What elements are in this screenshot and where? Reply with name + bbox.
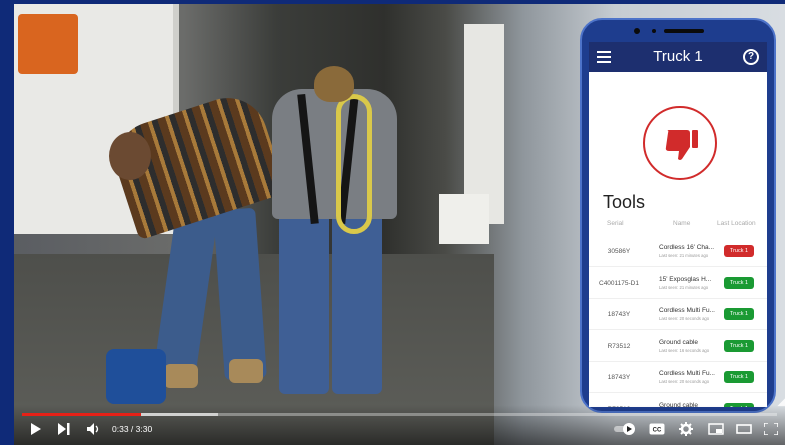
tool-row[interactable]: 18743Y Cordless Multi Fu... Last seen: 20 … — [589, 363, 767, 393]
tool-row[interactable]: R73512 Ground cable Last seen: 16 seconds … — [589, 332, 767, 362]
tool-serial: C4001175-D1 — [599, 279, 639, 287]
app-bar: Truck 1 ? — [589, 42, 767, 72]
phone-mockup: Truck 1 ? Tools Serial Name Last Locatio… — [580, 18, 776, 413]
worker2-leg — [279, 204, 329, 394]
thumbs-down-icon — [665, 130, 698, 160]
sensor — [652, 29, 656, 33]
tools-heading: Tools — [603, 192, 646, 212]
volume-icon[interactable] — [87, 423, 101, 435]
play-icon[interactable] — [30, 423, 42, 435]
speaker-grille — [664, 29, 704, 33]
tool-serial: 30586Y — [607, 248, 631, 255]
progress-bar[interactable] — [22, 413, 777, 416]
tool-name: Cordless Multi Fu... — [659, 307, 715, 314]
autoplay-toggle-icon[interactable] — [614, 422, 636, 436]
tool-name: Cordless 16' Cha... — [659, 244, 715, 251]
played-bar — [22, 413, 141, 416]
help-icon[interactable]: ? — [743, 49, 759, 65]
tool-last-seen: Last seen: 16 seconds ago — [659, 347, 710, 353]
front-camera — [634, 28, 640, 34]
tool-location-badge[interactable]: Truck 1 — [724, 245, 754, 257]
captions-icon[interactable]: CC — [649, 423, 665, 435]
video-player[interactable]: Truck 1 ? Tools Serial Name Last Locatio… — [14, 4, 785, 445]
svg-text:CC: CC — [653, 428, 662, 434]
worker1-shoe — [229, 359, 263, 383]
phone-screen: Truck 1 ? Tools Serial Name Last Locatio… — [589, 42, 767, 407]
tool-serial: 18743Y — [607, 374, 631, 381]
status-indicator — [643, 106, 717, 180]
worker1-head — [109, 132, 151, 180]
tool-serial: 18743Y — [607, 311, 631, 318]
column-serial: Serial — [607, 220, 624, 227]
worker1-shoe — [164, 364, 198, 388]
tool-location-badge[interactable]: Truck 1 — [724, 308, 754, 320]
tool-name: 15' Exposglas H... — [659, 275, 712, 283]
tool-last-seen: Last seen: 21 minutes ago — [659, 284, 709, 290]
tool-row[interactable]: C4001175-D1 15' Exposglas H... Last seen: … — [589, 269, 767, 299]
tool-last-seen: Last seen: 21 minutes ago — [659, 253, 709, 258]
video-frame: Truck 1 ? Tools Serial Name Last Locatio… — [0, 0, 785, 445]
phone-top — [582, 20, 774, 42]
tool-name: Cordless Multi Fu... — [659, 370, 715, 377]
tool-location-badge[interactable]: Truck 1 — [724, 339, 754, 352]
tool-serial: R73512 — [607, 342, 631, 350]
column-last-location: Last Location — [717, 220, 756, 227]
tool-name: Ground cable — [659, 338, 699, 346]
column-name: Name — [673, 220, 691, 227]
next-icon[interactable] — [58, 423, 70, 435]
tool-location-badge[interactable]: Truck 1 — [724, 276, 754, 289]
tool-case — [106, 349, 166, 404]
worker2-torso — [272, 89, 397, 219]
tool-last-seen: Last seen: 20 seconds ago — [659, 316, 710, 321]
tool-location-badge[interactable]: Truck 1 — [724, 371, 754, 383]
player-controls: 0:33 / 3:30 CC — [14, 405, 785, 445]
tool-row[interactable]: 18743Y Cordless Multi Fu... Last seen: 20 … — [589, 300, 767, 330]
orange-bag — [18, 14, 78, 74]
truck-toolbox — [439, 194, 489, 244]
settings-gear-icon[interactable] — [679, 422, 693, 436]
tool-row[interactable]: 30586Y Cordless 16' Cha... Last seen: 21 m… — [589, 237, 767, 267]
app-title: Truck 1 — [653, 48, 703, 65]
yellow-cable — [336, 94, 372, 234]
theater-mode-icon[interactable] — [736, 423, 752, 435]
worker2-head — [314, 66, 354, 102]
time-display: 0:33 / 3:30 — [112, 424, 153, 434]
fullscreen-icon[interactable] — [764, 423, 778, 435]
miniplayer-icon[interactable] — [708, 423, 724, 435]
tool-last-seen: Last seen: 20 seconds ago — [659, 379, 710, 384]
